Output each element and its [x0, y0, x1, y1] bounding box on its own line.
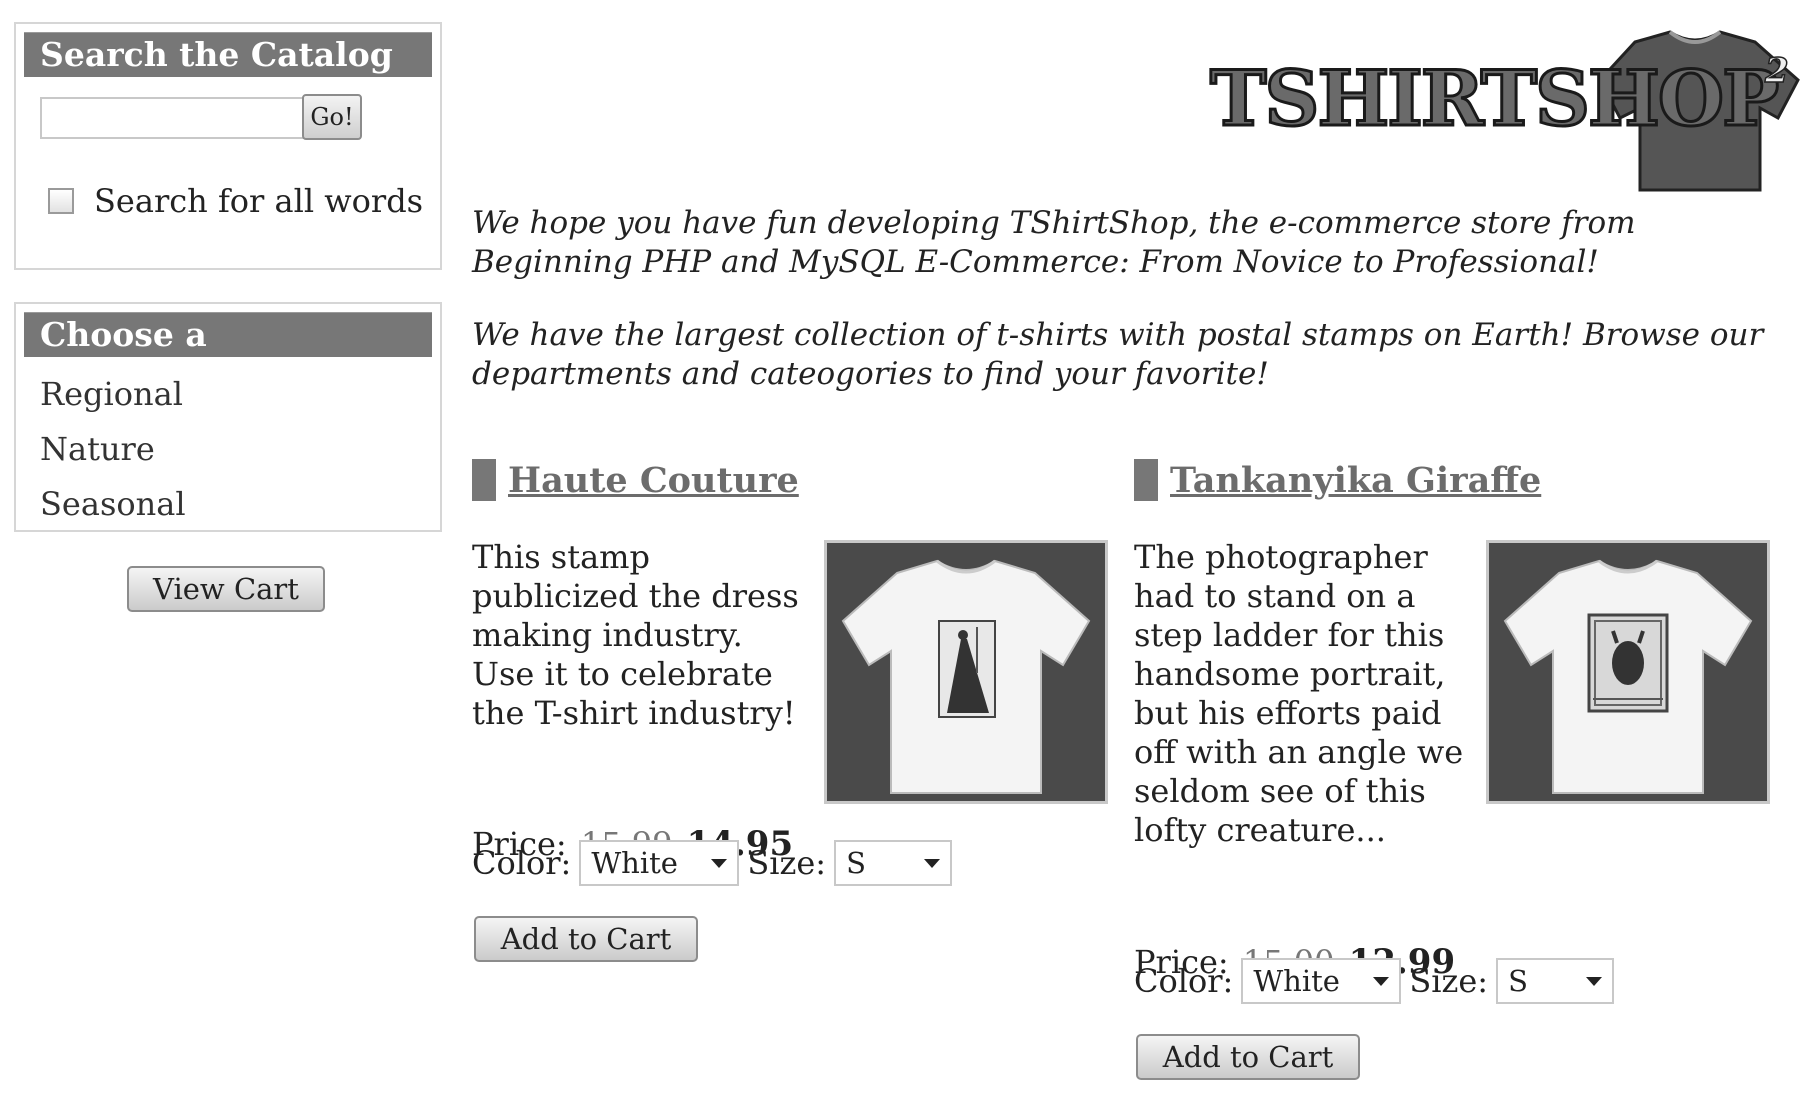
color-select-value: White — [591, 846, 678, 880]
size-select-value: S — [846, 846, 866, 880]
color-label: Color: — [472, 844, 572, 882]
tshirtshop-logo[interactable]: TSHIRTSHOP 2 — [1200, 20, 1800, 200]
size-label: Size: — [1409, 962, 1489, 1000]
options-row: Color: White Size: S — [1134, 958, 1622, 1004]
size-select[interactable]: S — [1496, 958, 1615, 1004]
add-to-cart-button[interactable]: Add to Cart — [474, 916, 698, 962]
size-label: Size: — [747, 844, 827, 882]
options-row: Color: White Size: S — [472, 840, 960, 886]
color-label: Color: — [1134, 962, 1234, 1000]
intro-paragraph-2: We have the largest collection of t-shir… — [472, 317, 1764, 392]
logo-superscript: 2 — [1764, 51, 1789, 91]
size-select[interactable]: S — [834, 840, 953, 886]
product-description: The photographer had to stand on a step … — [1134, 538, 1464, 849]
view-cart-button[interactable]: View Cart — [127, 566, 325, 612]
chevron-down-icon — [1373, 977, 1390, 986]
search-catalog-title: Search the Catalog — [24, 32, 432, 77]
product-card: Tankanyika Giraffe The photographer had … — [1134, 458, 1774, 1098]
tshirt-stamp-giraffe-icon — [1503, 559, 1753, 794]
add-to-cart-button[interactable]: Add to Cart — [1136, 1034, 1360, 1080]
product-title-link[interactable]: Tankanyika Giraffe — [1170, 460, 1541, 501]
product-1-controls: Color: White Size: S Add to Cart — [472, 458, 1112, 1058]
chevron-down-icon — [924, 859, 941, 868]
product-image[interactable] — [1486, 540, 1770, 804]
color-select-value: White — [1253, 964, 1340, 998]
search-all-words-label: Search for all words — [94, 182, 424, 220]
search-catalog-panel: Search the Catalog Go! Search for all wo… — [14, 22, 442, 270]
chevron-down-icon — [1586, 977, 1603, 986]
departments-title: Choose a Department — [24, 312, 432, 398]
title-marker — [1134, 459, 1158, 501]
intro-paragraph-1: We hope you have fun developing TShirtSh… — [472, 205, 1636, 280]
size-select-value: S — [1508, 964, 1528, 998]
search-input[interactable] — [40, 97, 326, 139]
search-all-words-checkbox[interactable] — [48, 188, 74, 214]
department-item-seasonal[interactable]: Seasonal — [40, 477, 440, 532]
department-item-nature[interactable]: Nature — [40, 422, 440, 477]
departments-panel: Choose a Department Regional Nature Seas… — [14, 302, 442, 532]
color-select[interactable]: White — [579, 840, 740, 886]
go-button[interactable]: Go! — [302, 94, 362, 140]
chevron-down-icon — [711, 859, 728, 868]
color-select[interactable]: White — [1241, 958, 1402, 1004]
logo-wordmark: TSHIRTSHOP — [1210, 54, 1778, 143]
